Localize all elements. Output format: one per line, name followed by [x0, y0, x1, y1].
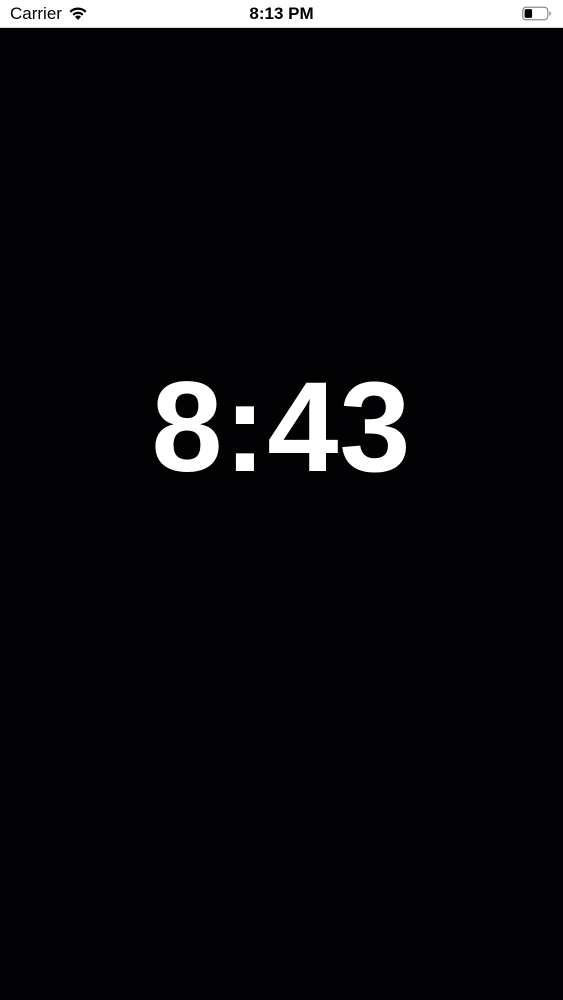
app-screen: Carrier 8:13 PM 8:43	[0, 0, 563, 1000]
status-time: 8:13 PM	[249, 4, 314, 23]
time-display: 8:43	[151, 356, 412, 499]
status-bar: Carrier 8:13 PM	[0, 0, 563, 28]
clock-view: 8:43	[0, 28, 563, 1000]
battery-icon	[522, 6, 552, 21]
